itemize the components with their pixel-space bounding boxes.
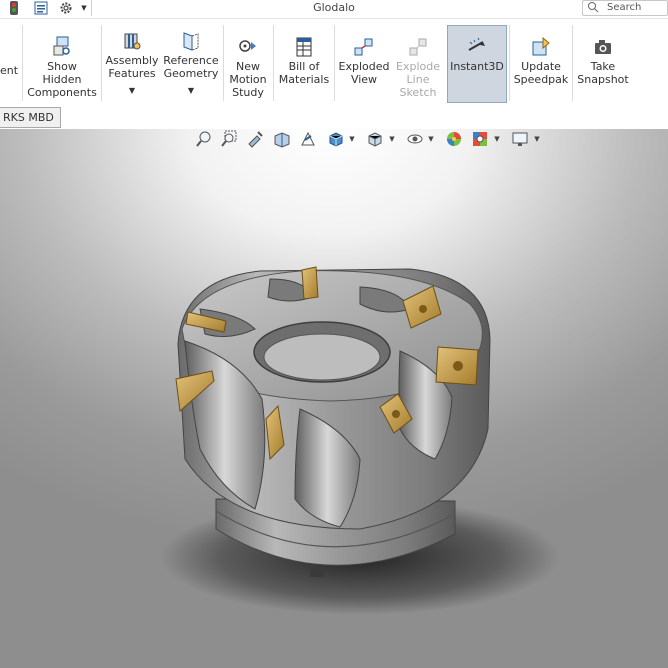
face-mill-cutter-model[interactable] — [0, 129, 668, 668]
window-title: Glodalo — [313, 1, 355, 14]
insert-1 — [301, 266, 319, 300]
ribbon-separator — [22, 25, 23, 101]
ribbon-separator — [101, 25, 102, 101]
ribbon-separator — [509, 25, 510, 101]
drive-slot — [310, 569, 324, 577]
center-bore-inner — [263, 333, 381, 381]
partial-command-button[interactable]: ent — [0, 64, 18, 77]
show-hidden-components-button[interactable]: Show Hidden Components — [26, 22, 98, 99]
ribbon-separator — [572, 25, 573, 101]
command-manager-tabs: RKS MBD — [0, 105, 668, 129]
update-speedpak-icon — [530, 36, 552, 58]
exploded-view-icon — [353, 36, 375, 58]
reference-geometry-button[interactable]: Reference Geometry ▼ — [161, 22, 221, 97]
bill-of-materials-label: Bill of Materials — [278, 60, 330, 86]
ribbon-separator — [223, 25, 224, 101]
show-hidden-components-icon — [51, 36, 73, 58]
command-manager-ribbon: ent Show Hidden Components Assembly Feat… — [0, 19, 668, 105]
ribbon-separator — [273, 25, 274, 101]
search-icon — [587, 1, 599, 19]
bill-of-materials-button[interactable]: Bill of Materials — [276, 22, 332, 86]
insert-7-screw — [392, 410, 400, 418]
instant3d-icon — [466, 36, 488, 58]
assembly-features-icon — [121, 30, 143, 52]
explode-line-sketch-button[interactable]: Explode Line Sketch — [393, 22, 443, 99]
ribbon-separator — [334, 25, 335, 101]
graphics-viewport[interactable]: ▼ ▼ ▼ ▼ ▼ — [0, 129, 668, 668]
insert-3-screw — [419, 305, 427, 313]
assembly-features-dropdown-icon[interactable]: ▼ — [104, 84, 160, 97]
new-motion-study-label: New Motion Study — [229, 60, 267, 99]
insert-4-screw — [453, 361, 463, 371]
instant3d-button[interactable]: Instant3D — [447, 25, 507, 103]
search-placeholder: Search — [607, 2, 642, 13]
take-snapshot-label: Take Snapshot — [577, 60, 629, 86]
title-bar: ▼ Glodalo Search — [0, 0, 668, 19]
reference-geometry-label: Reference Geometry — [163, 54, 219, 80]
tab-mbd[interactable]: RKS MBD — [0, 107, 61, 128]
take-snapshot-button[interactable]: Take Snapshot — [575, 22, 631, 86]
show-hidden-components-label: Show Hidden Components — [27, 60, 97, 99]
partial-command-label: ent — [0, 64, 19, 77]
motion-study-icon — [237, 36, 259, 58]
instant3d-label: Instant3D — [450, 60, 504, 73]
explode-line-sketch-label: Explode Line Sketch — [396, 60, 440, 99]
assembly-features-button[interactable]: Assembly Features ▼ — [104, 22, 160, 97]
camera-icon — [592, 36, 614, 58]
explode-line-sketch-icon — [407, 36, 429, 58]
new-motion-study-button[interactable]: New Motion Study — [226, 22, 270, 99]
reference-geometry-icon — [180, 30, 202, 52]
update-speedpak-label: Update Speedpak — [513, 60, 569, 86]
bill-of-materials-icon — [293, 36, 315, 58]
exploded-view-button[interactable]: Exploded View — [337, 22, 391, 86]
exploded-view-label: Exploded View — [338, 60, 390, 86]
assembly-features-label: Assembly Features — [105, 54, 159, 80]
update-speedpak-button[interactable]: Update Speedpak — [512, 22, 570, 86]
reference-geometry-dropdown-icon[interactable]: ▼ — [161, 84, 221, 97]
search-box[interactable]: Search — [582, 0, 668, 16]
